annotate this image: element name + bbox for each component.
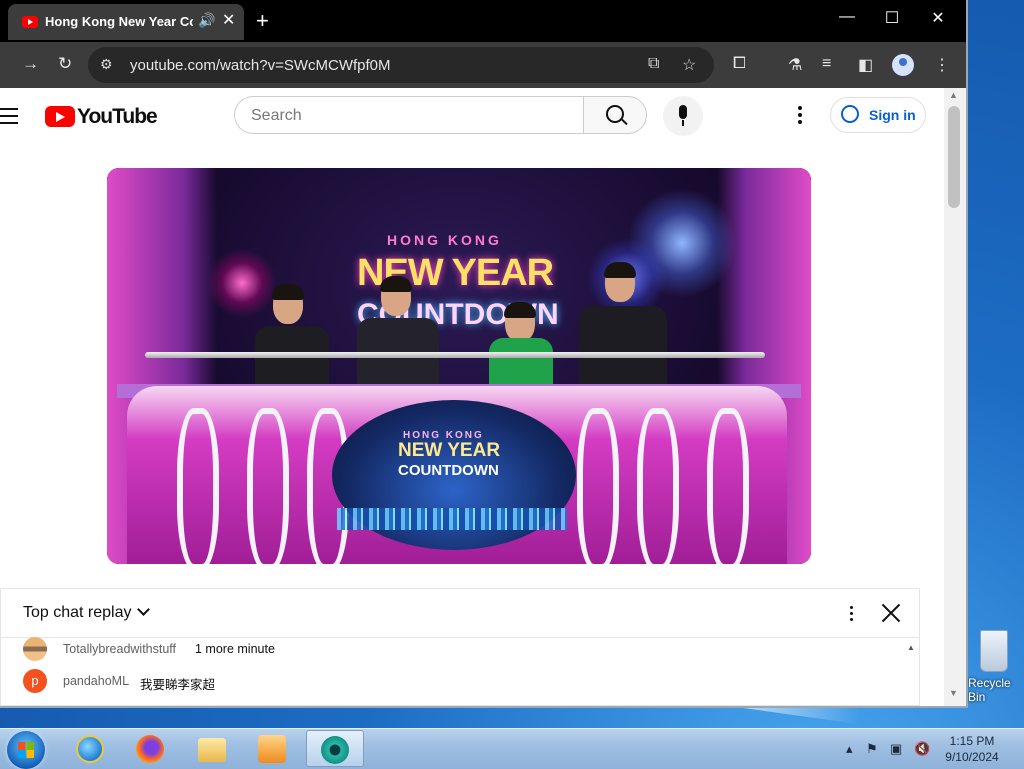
profile-avatar-icon[interactable] xyxy=(892,54,914,76)
podium-arch xyxy=(247,408,289,564)
audio-playing-icon[interactable]: 🔊 xyxy=(198,12,215,29)
side-panel-icon[interactable]: ◧ xyxy=(858,55,873,75)
scroll-up-arrow[interactable]: ▲ xyxy=(949,90,958,100)
url-text[interactable]: youtube.com/watch?v=SWcMCWfpf0M xyxy=(130,57,391,74)
chat-mode-dropdown[interactable]: Top chat replay xyxy=(23,604,132,622)
youtube-favicon-icon xyxy=(22,16,38,28)
taskbar: ▴ ⚑ ▣ 🔇 1:15 PM 9/10/2024 xyxy=(0,728,1024,769)
skyline-graphic xyxy=(337,508,567,530)
user-avatar[interactable] xyxy=(23,637,47,661)
account-icon xyxy=(841,105,859,123)
search-icon xyxy=(606,105,624,123)
minimize-button[interactable]: — xyxy=(832,8,862,26)
firework-burst xyxy=(207,248,277,318)
taskbar-file-explorer[interactable] xyxy=(184,730,242,767)
new-tab-button[interactable]: + xyxy=(256,8,269,34)
video-player[interactable]: HONG KONG NEW YEAR COUNTDOWN HONG KONG N… xyxy=(107,168,811,564)
extensions-icon[interactable]: ⧠ xyxy=(733,55,746,73)
maximize-button[interactable]: ☐ xyxy=(877,8,907,28)
taskbar-media-player[interactable] xyxy=(244,730,302,767)
podium-rail xyxy=(145,352,765,358)
action-center-flag-icon[interactable]: ⚑ xyxy=(866,741,878,757)
chat-menu-icon[interactable] xyxy=(850,606,854,624)
reload-button[interactable]: ↻ xyxy=(58,54,72,74)
video-title-line1: HONG KONG xyxy=(387,232,502,248)
internet-explorer-icon xyxy=(76,735,104,763)
tab-strip: Hong Kong New Year Countdown 🔊 ✕ + — ☐ ✕ xyxy=(0,0,966,42)
labs-flask-icon[interactable]: ⚗ xyxy=(788,55,802,75)
chat-scroll-up-arrow[interactable]: ▲ xyxy=(907,643,915,652)
youtube-page: YouTube Search Sign in HONG KONG NEW YEA… xyxy=(0,88,944,706)
voice-search-button[interactable] xyxy=(663,96,703,136)
screen-text-line3: COUNTDOWN xyxy=(398,462,499,479)
screen-text-line2: NEW YEAR xyxy=(398,440,501,461)
chat-text: 1 more minute xyxy=(195,642,275,656)
podium-arch xyxy=(577,408,619,564)
recycle-bin-icon xyxy=(980,630,1008,672)
sign-in-label: Sign in xyxy=(869,107,916,123)
address-bar[interactable]: ⚙ youtube.com/watch?v=SWcMCWfpf0M ⧉ ☆ xyxy=(88,47,714,83)
chat-author[interactable]: Totallybreadwithstuff xyxy=(63,642,176,656)
browser-tab[interactable]: Hong Kong New Year Countdown 🔊 ✕ xyxy=(8,4,244,40)
taskbar-firefox[interactable] xyxy=(122,730,180,767)
sign-in-button[interactable]: Sign in xyxy=(830,97,926,133)
search-input[interactable]: Search xyxy=(234,96,584,134)
podium-arch xyxy=(177,408,219,564)
browser-menu-icon[interactable]: ⋮ xyxy=(934,55,950,75)
recycle-bin-label: Recycle Bin xyxy=(968,676,1011,704)
youtube-wordmark: YouTube xyxy=(77,105,158,128)
install-app-icon[interactable]: ⧉ xyxy=(648,55,659,73)
media-player-icon xyxy=(258,735,286,763)
search-button[interactable] xyxy=(583,96,647,134)
tab-title: Hong Kong New Year Countdown xyxy=(45,14,193,29)
browser-toolbar: → ↻ ⚙ youtube.com/watch?v=SWcMCWfpf0M ⧉ … xyxy=(0,42,966,88)
chat-text: 我要睇李家超 xyxy=(140,678,216,692)
close-window-button[interactable]: ✕ xyxy=(923,8,953,28)
clock-date: 9/10/2024 xyxy=(945,750,999,764)
chat-header: Top chat replay xyxy=(1,589,919,638)
forward-button[interactable]: → xyxy=(22,54,39,74)
taskbar-chrome-active[interactable] xyxy=(306,730,364,767)
system-clock[interactable]: 1:15 PM 9/10/2024 xyxy=(940,733,1004,765)
firefox-icon xyxy=(136,735,164,763)
clock-time: 1:15 PM xyxy=(949,734,995,748)
podium-arch xyxy=(707,408,749,564)
windows-logo-icon xyxy=(18,742,34,758)
start-button[interactable] xyxy=(7,731,45,769)
close-chat-icon[interactable] xyxy=(881,603,901,623)
microphone-icon xyxy=(679,105,687,119)
media-control-icon[interactable]: ≡ xyxy=(822,55,831,73)
show-hidden-icons-icon[interactable]: ▴ xyxy=(846,741,853,757)
volume-muted-icon[interactable]: 🔇 xyxy=(914,741,930,757)
user-avatar[interactable]: p xyxy=(23,669,47,693)
chat-author[interactable]: pandahoML xyxy=(63,674,129,688)
microphone-stand xyxy=(682,120,684,126)
browser-app-icon xyxy=(321,736,349,764)
hamburger-menu-icon[interactable] xyxy=(0,108,18,129)
settings-menu-icon[interactable] xyxy=(798,106,802,127)
chevron-down-icon[interactable] xyxy=(137,603,150,616)
taskbar-internet-explorer[interactable] xyxy=(62,730,120,767)
page-scrollbar[interactable]: ▲ ▼ xyxy=(944,88,966,706)
search-placeholder: Search xyxy=(251,107,302,124)
scrollbar-thumb[interactable] xyxy=(948,106,960,208)
podium-arch xyxy=(637,408,679,564)
youtube-play-icon xyxy=(45,106,75,127)
network-icon[interactable]: ▣ xyxy=(890,741,902,757)
browser-window: Hong Kong New Year Countdown 🔊 ✕ + — ☐ ✕… xyxy=(0,0,968,708)
site-info-icon[interactable]: ⚙ xyxy=(100,56,113,73)
close-tab-icon[interactable]: ✕ xyxy=(222,10,235,30)
bookmark-star-icon[interactable]: ☆ xyxy=(682,55,696,75)
scroll-down-arrow[interactable]: ▼ xyxy=(949,688,958,698)
live-chat-panel: Top chat replay ▲ Totallybreadwithstuff … xyxy=(0,588,920,706)
folder-icon xyxy=(198,738,226,762)
